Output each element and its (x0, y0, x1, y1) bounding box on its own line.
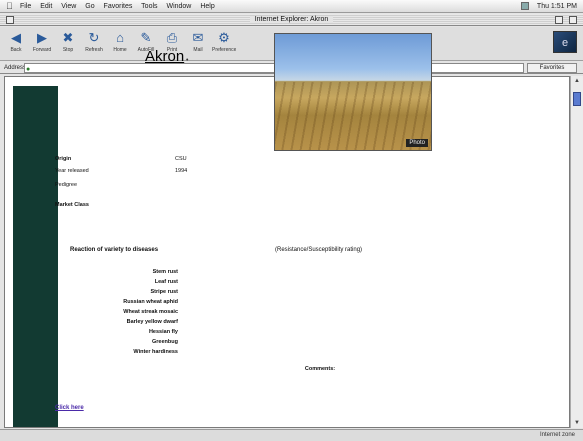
info-pedigree: Pedigree (55, 182, 77, 188)
page-sidebar (13, 86, 58, 427)
table-row: Greenbug (0, 339, 560, 348)
refresh-label: Refresh (85, 47, 103, 53)
forward-label: Forward (32, 47, 52, 53)
refresh-button[interactable]: ↻ Refresh (82, 29, 106, 59)
menu-clock: Thu 1:51 PM (536, 3, 577, 10)
close-box-icon[interactable] (6, 16, 14, 24)
info-year: Year released 1994 (55, 168, 187, 174)
address-label: Address (4, 65, 27, 71)
mail-icon: ✉ (192, 30, 204, 45)
menu-favorites[interactable]: Favorites (104, 3, 133, 10)
row-label: Winter hardiness (133, 349, 178, 355)
photo-credit: Photo (406, 139, 428, 147)
table-row: Wheat streak mosaic (0, 309, 560, 318)
back-button[interactable]: ◀ Back (4, 29, 28, 59)
menu-file[interactable]: File (20, 3, 31, 10)
refresh-icon: ↻ (88, 30, 100, 45)
back-label: Back (10, 47, 22, 53)
forward-button[interactable]: ▶ Forward (30, 29, 54, 59)
mail-label: Mail (193, 47, 203, 53)
status-zone: Internet zone (539, 432, 575, 438)
table-row: Winter hardiness (0, 349, 560, 358)
title-mark: • (186, 57, 189, 64)
scroll-down-arrow-icon[interactable]: ▼ (573, 420, 581, 426)
stop-label: Stop (62, 47, 74, 53)
info-market-class: Market Class (55, 202, 89, 208)
favorites-button[interactable]: Favorites (527, 63, 577, 73)
table-row: Barley yellow dwarf (0, 319, 560, 328)
home-icon: ⌂ (116, 30, 124, 45)
collapse-box-icon[interactable] (569, 16, 577, 24)
page-globe-icon: ● (26, 66, 31, 73)
table-row: Stem rust (0, 269, 560, 278)
row-label: Stem rust (152, 269, 178, 275)
stop-button[interactable]: ✖ Stop (56, 29, 80, 59)
info-pedigree-label: Pedigree (55, 182, 78, 188)
table-row: Russian wheat aphid (0, 299, 560, 308)
browser-logo-icon: e (553, 31, 577, 53)
menu-tools[interactable]: Tools (141, 3, 157, 10)
browser-window:  File Edit View Go Favorites Tools Wind… (0, 0, 583, 441)
home-button[interactable]: ⌂ Home (108, 29, 132, 59)
mail-button[interactable]: ✉ Mail (186, 29, 210, 59)
row-label: Leaf rust (154, 279, 178, 285)
menu-bar-right: Thu 1:51 PM (515, 0, 577, 12)
print-icon: ⎙ (166, 30, 178, 45)
menu-list: File Edit View Go Favorites Tools Window… (20, 0, 222, 12)
apple-menu-icon[interactable]:  (6, 0, 13, 12)
row-label: Greenbug (152, 339, 178, 345)
footer-link-line: Click here (55, 405, 84, 411)
row-label: Russian wheat aphid (123, 299, 178, 305)
vertical-scrollbar[interactable]: ▲ ▼ (570, 76, 583, 428)
row-label: Barley yellow dwarf (126, 319, 178, 325)
title-bar[interactable]: Internet Explorer: Akron (0, 14, 583, 26)
menu-bar:  File Edit View Go Favorites Tools Wind… (0, 0, 583, 13)
info-year-value: 1994 (175, 168, 188, 174)
info-market-class-label: Market Class (55, 202, 89, 208)
info-origin-value: CSU (175, 156, 187, 162)
page-title: Akron (145, 48, 185, 65)
preferences-label: Preferences (212, 47, 236, 53)
menu-view[interactable]: View (61, 3, 76, 10)
preferences-icon: ⚙ (218, 30, 230, 45)
click-here-link[interactable]: Click here (55, 405, 84, 411)
table-row: Leaf rust (0, 279, 560, 288)
tray-icon[interactable] (520, 2, 529, 11)
scroll-up-arrow-icon[interactable]: ▲ (573, 78, 581, 84)
row-label: Hessian fly (148, 329, 178, 335)
status-bar: Internet zone (0, 429, 583, 441)
menu-window[interactable]: Window (166, 3, 191, 10)
wheat-field-photo: Photo (274, 33, 432, 151)
info-origin-label: Origin (55, 156, 72, 162)
zoom-box-icon[interactable] (555, 16, 563, 24)
comments-label: Comments: (304, 366, 336, 372)
table-row: Hessian fly (0, 329, 560, 338)
forward-arrow-icon: ▶ (37, 30, 47, 45)
row-label: Stripe rust (150, 289, 178, 295)
scroll-thumb[interactable] (573, 92, 581, 106)
menu-edit[interactable]: Edit (40, 3, 52, 10)
row-label: Wheat streak mosaic (123, 309, 178, 315)
back-arrow-icon: ◀ (11, 30, 21, 45)
info-year-label: Year released (55, 168, 89, 174)
menu-help[interactable]: Help (200, 3, 214, 10)
home-label: Home (113, 47, 127, 53)
table-row: Stripe rust (0, 289, 560, 298)
info-origin: Origin CSU (55, 156, 187, 162)
window-title: Internet Explorer: Akron (249, 16, 334, 23)
menu-go[interactable]: Go (85, 3, 94, 10)
comments-note: Comments: (110, 366, 530, 373)
preferences-button[interactable]: ⚙ Preferences (212, 29, 236, 59)
variety-table-heading-right: (Resistance/Susceptibility rating) (275, 247, 363, 253)
variety-table-heading: Reaction of variety to diseases (70, 247, 159, 253)
autofill-icon: ✎ (140, 30, 152, 45)
stop-icon: ✖ (62, 30, 74, 45)
